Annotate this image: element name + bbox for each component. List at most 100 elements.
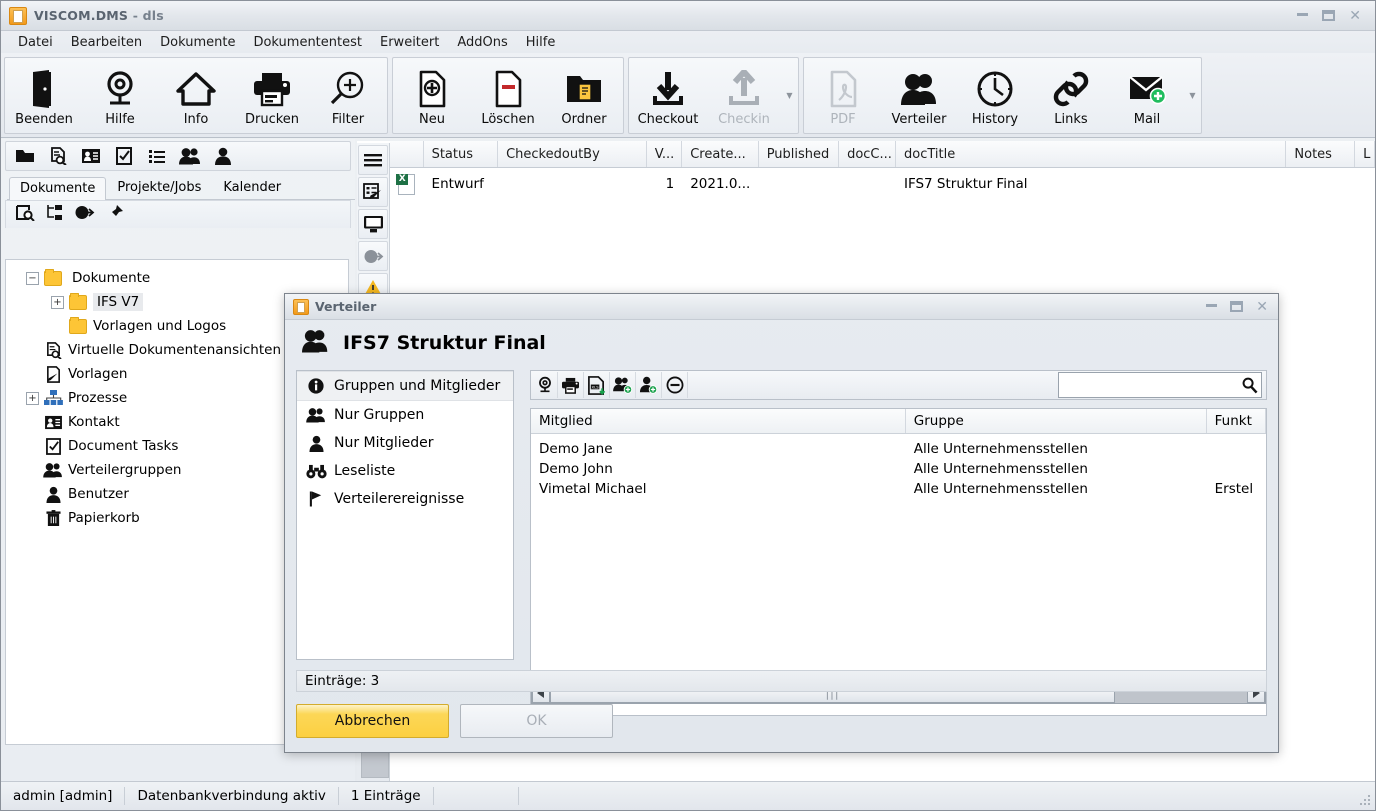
member-col-funktion[interactable]: Funkt [1207, 409, 1266, 433]
menu-item-datei[interactable]: Datei [9, 33, 62, 52]
search-icon[interactable] [1241, 377, 1266, 394]
user-icon [43, 486, 63, 503]
grid-col-doctitle[interactable]: docTitle [896, 141, 1287, 167]
search-box[interactable] [1058, 372, 1262, 398]
cancel-button[interactable]: Abbrechen [296, 704, 449, 738]
drucken-button[interactable]: Drucken [234, 59, 310, 132]
people-icon [899, 67, 939, 111]
contact-card-icon[interactable] [76, 144, 106, 168]
close-icon[interactable]: ✕ [1256, 300, 1268, 314]
chevron-down-icon-2[interactable]: ▼ [1185, 59, 1200, 132]
menu-item-erweitert[interactable]: Erweitert [371, 33, 448, 52]
nav-item-leseliste[interactable]: Leseliste [297, 457, 513, 485]
close-icon[interactable]: ✕ [1349, 9, 1361, 23]
user-icon[interactable] [208, 144, 238, 168]
minimize-icon[interactable] [1206, 304, 1218, 309]
table-row[interactable]: Vimetal Michael Alle Unternehmensstellen… [531, 479, 1266, 499]
links-button[interactable]: Links [1033, 59, 1109, 132]
table-row[interactable]: Entwurf 1 2021.0... IFS7 Struktur Final [390, 168, 1375, 200]
filter-button[interactable]: Filter [310, 59, 386, 132]
export-node-icon[interactable] [74, 204, 95, 225]
maximize-icon[interactable] [1322, 10, 1336, 21]
download-arrow-icon [649, 67, 687, 111]
tree-node-ifs-v7-label: IFS V7 [93, 293, 144, 311]
grid-col-l[interactable]: L [1355, 141, 1375, 167]
collapse-toggle[interactable]: − [26, 271, 39, 285]
grid-col-published[interactable]: Published [759, 141, 840, 167]
checkout-button[interactable]: Checkout [630, 59, 706, 132]
list-lines-icon[interactable] [358, 145, 388, 175]
grid-col-checkedoutby[interactable]: CheckedoutBy [498, 141, 647, 167]
people-icon [299, 328, 331, 358]
tree-node-dokumente[interactable]: − Dokumente [6, 266, 348, 290]
table-row[interactable]: Demo John Alle Unternehmensstellen [531, 459, 1266, 479]
tab-projekte-jobs[interactable]: Projekte/Jobs [106, 176, 212, 199]
tab-dokumente[interactable]: Dokumente [9, 177, 107, 200]
nav-item-verteilerereignisse[interactable]: Verteilerereignisse [297, 485, 513, 513]
member-col-mitglied[interactable]: Mitglied [531, 409, 906, 433]
grid-col-icon[interactable] [390, 141, 424, 167]
menu-bar: Datei Bearbeiten Dokumente Dokumententes… [1, 31, 1375, 53]
logout-icon[interactable] [358, 241, 388, 271]
ordner-button[interactable]: Ordner [546, 59, 622, 132]
menu-item-dokumente[interactable]: Dokumente [151, 33, 244, 52]
document-search-icon[interactable] [43, 144, 73, 168]
history-button[interactable]: History [957, 59, 1033, 132]
nav-item-gruppen-und-mitglieder[interactable]: Gruppen und Mitglieder [297, 371, 513, 401]
search-input[interactable] [1059, 377, 1241, 393]
pdf-button[interactable]: PDF [805, 59, 881, 132]
menu-item-addons[interactable]: AddOns [448, 33, 516, 52]
ok-button[interactable]: OK [460, 704, 613, 738]
expand-toggle[interactable]: + [51, 295, 64, 309]
add-user-icon[interactable] [636, 372, 662, 398]
grid-col-status[interactable]: Status [424, 141, 499, 167]
grid-col-notes[interactable]: Notes [1286, 141, 1356, 167]
title-bar: VISCOM.DMS - dls ✕ [1, 1, 1375, 31]
mail-button[interactable]: Mail [1109, 59, 1185, 132]
printer-icon[interactable] [558, 372, 584, 398]
edit-list-icon[interactable] [358, 177, 388, 207]
task-clipboard-icon[interactable] [109, 144, 139, 168]
lifebuoy-icon[interactable] [532, 372, 558, 398]
hilfe-button[interactable]: Hilfe [82, 59, 158, 132]
maximize-icon[interactable] [1230, 301, 1244, 312]
grid-col-version[interactable]: V... [647, 141, 683, 167]
table-row[interactable]: Demo Jane Alle Unternehmensstellen [531, 439, 1266, 459]
folder-icon[interactable] [10, 144, 40, 168]
chevron-down-icon[interactable]: ▼ [782, 59, 797, 132]
nav-item-nur-gruppen[interactable]: Nur Gruppen [297, 401, 513, 429]
neu-button[interactable]: Neu [394, 59, 470, 132]
sidebar-tabs: Dokumente Projekte/Jobs Kalender [7, 175, 355, 200]
menu-item-bearbeiten[interactable]: Bearbeiten [62, 33, 151, 52]
beenden-button[interactable]: Beenden [6, 59, 82, 132]
list-icon[interactable] [142, 144, 172, 168]
add-group-icon[interactable] [610, 372, 636, 398]
pin-icon[interactable] [105, 204, 124, 226]
info-button[interactable]: Info [158, 59, 234, 132]
member-col-gruppe[interactable]: Gruppe [906, 409, 1207, 433]
remove-icon[interactable] [662, 372, 688, 398]
resize-grip[interactable] [1360, 795, 1372, 807]
grid-col-created[interactable]: Create... [682, 141, 759, 167]
tree-node-virtuelle-dokumentenansichten-label: Virtuelle Dokumentenansichten [68, 342, 282, 358]
minimize-icon[interactable] [1297, 13, 1309, 18]
grid-col-docc[interactable]: docC... [839, 141, 897, 167]
tab-kalender[interactable]: Kalender [212, 176, 292, 199]
export-xls-icon[interactable]: XLS [584, 372, 610, 398]
group-icon [305, 407, 327, 423]
loeschen-button[interactable]: Löschen [470, 59, 546, 132]
nav-item-nur-mitglieder[interactable]: Nur Mitglieder [297, 429, 513, 457]
checkin-button[interactable]: Checkin [706, 59, 782, 132]
monitor-icon[interactable] [358, 209, 388, 239]
tree-structure-icon[interactable] [45, 204, 64, 225]
menu-item-hilfe[interactable]: Hilfe [517, 33, 565, 52]
verteiler-button[interactable]: Verteiler [881, 59, 957, 132]
group-icon[interactable] [175, 144, 205, 168]
expand-toggle-prozesse[interactable]: + [26, 391, 39, 405]
tab-kalender-label: Kalender [223, 180, 282, 195]
menu-item-dokumententest[interactable]: Dokumententest [244, 33, 371, 52]
door-icon [27, 67, 61, 111]
search-folder-icon[interactable] [16, 204, 35, 225]
